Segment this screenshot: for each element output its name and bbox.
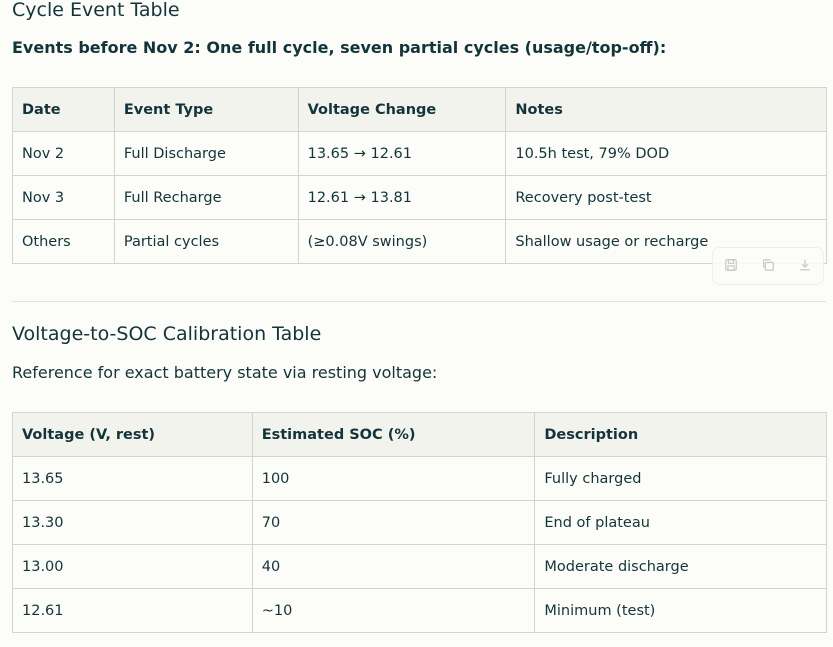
table-cell: 12.61 → 13.81 [297, 175, 507, 220]
table-cell: Partial cycles [113, 219, 299, 264]
table-cell: Minimum (test) [534, 588, 827, 633]
table-cell: 70 [251, 500, 536, 545]
page: Cycle Event Table Events before Nov 2: O… [0, 0, 833, 647]
copy-icon [761, 257, 775, 276]
table-row: 13.30 70 End of plateau [12, 500, 827, 545]
calibration-table-heading: Voltage-to-SOC Calibration Table [12, 323, 322, 345]
table-cell: 12.61 [12, 588, 253, 633]
table-cell: 13.00 [12, 544, 253, 589]
table-cell: ~10 [251, 588, 536, 633]
column-header: Event Type [113, 87, 299, 132]
column-header: Date [12, 87, 115, 132]
table-cell: 40 [251, 544, 536, 589]
table-cell: Moderate discharge [534, 544, 827, 589]
cycle-event-table: Date Event Type Voltage Change Notes Nov… [12, 87, 827, 264]
download-button[interactable] [791, 252, 819, 280]
table-toolbar [712, 247, 824, 285]
calibration-paragraph: Reference for exact battery state via re… [12, 363, 438, 382]
table-cell: Others [12, 219, 115, 264]
column-header: Notes [505, 87, 827, 132]
column-header: Estimated SOC (%) [251, 412, 536, 457]
table-row: 13.00 40 Moderate discharge [12, 544, 827, 589]
table-row: 12.61 ~10 Minimum (test) [12, 588, 827, 633]
table-cell: 13.65 → 12.61 [297, 131, 507, 176]
table-header-row: Voltage (V, rest) Estimated SOC (%) Desc… [12, 412, 827, 457]
table-cell: End of plateau [534, 500, 827, 545]
copy-button[interactable] [754, 252, 782, 280]
column-header: Voltage Change [297, 87, 507, 132]
table-cell: Full Discharge [113, 131, 299, 176]
save-button[interactable] [717, 252, 745, 280]
table-header-row: Date Event Type Voltage Change Notes [12, 87, 827, 132]
table-row: 13.65 100 Fully charged [12, 456, 827, 501]
table-cell: 10.5h test, 79% DOD [505, 131, 827, 176]
download-icon [798, 257, 812, 276]
table-row: Nov 3 Full Recharge 12.61 → 13.81 Recove… [12, 175, 827, 220]
save-icon [724, 257, 738, 276]
calibration-table: Voltage (V, rest) Estimated SOC (%) Desc… [12, 412, 827, 633]
table-cell: 13.65 [12, 456, 253, 501]
table-cell: Full Recharge [113, 175, 299, 220]
table-cell: (≥0.08V swings) [297, 219, 507, 264]
table-cell: Fully charged [534, 456, 827, 501]
table-cell: 13.30 [12, 500, 253, 545]
table-cell: Nov 3 [12, 175, 115, 220]
section-divider [12, 301, 826, 302]
table-cell: 100 [251, 456, 536, 501]
table-cell: Recovery post-test [505, 175, 827, 220]
column-header: Voltage (V, rest) [12, 412, 253, 457]
table-row: Nov 2 Full Discharge 13.65 → 12.61 10.5h… [12, 131, 827, 176]
column-header: Description [534, 412, 827, 457]
cycle-event-subtitle: Events before Nov 2: One full cycle, sev… [12, 38, 667, 57]
table-cell: Nov 2 [12, 131, 115, 176]
cycle-event-table-heading: Cycle Event Table [12, 0, 180, 21]
table-row: Others Partial cycles (≥0.08V swings) Sh… [12, 219, 827, 264]
